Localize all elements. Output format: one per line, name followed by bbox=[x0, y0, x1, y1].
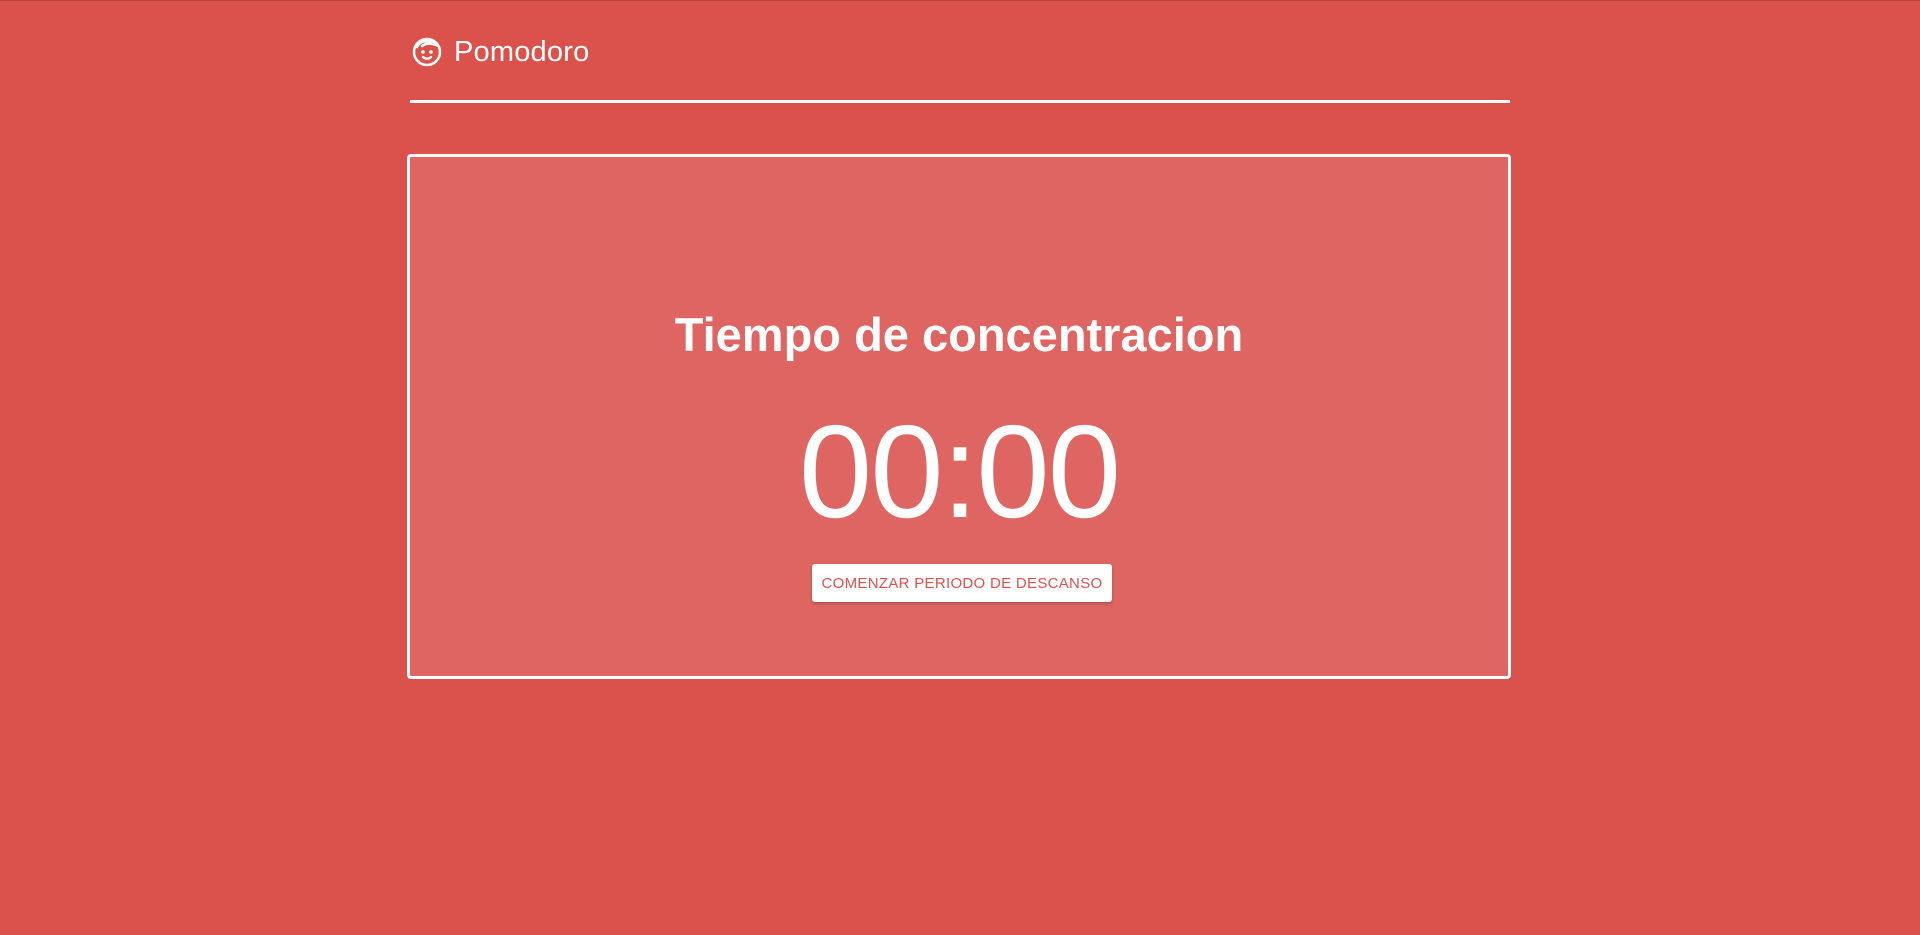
baby-face-icon bbox=[410, 35, 444, 69]
brand[interactable]: Pomodoro bbox=[410, 30, 1510, 74]
timer-card: Tiempo de concentracion 00:00 COMENZAR P… bbox=[407, 154, 1511, 679]
start-break-button[interactable]: COMENZAR PERIODO DE DESCANSO bbox=[812, 564, 1112, 602]
mode-title: Tiempo de concentracion bbox=[674, 308, 1244, 361]
timer-display: 00:00 bbox=[798, 398, 1121, 545]
app-title: Pomodoro bbox=[454, 36, 590, 68]
app-header: Pomodoro bbox=[410, 30, 1510, 104]
header-divider bbox=[410, 100, 1510, 103]
top-border bbox=[0, 0, 1920, 1]
